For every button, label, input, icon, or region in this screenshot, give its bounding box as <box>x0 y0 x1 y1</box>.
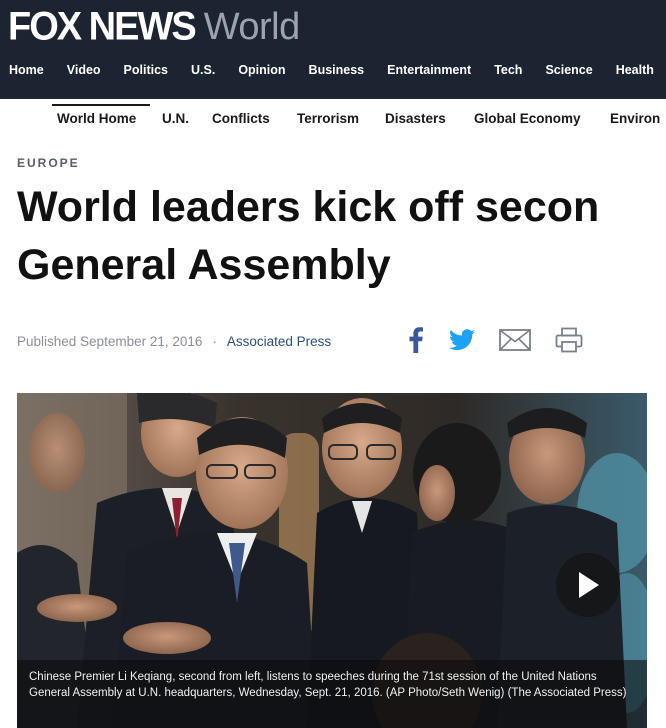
subnav-item-disasters[interactable]: Disasters <box>385 104 446 134</box>
nav-item-video[interactable]: Video <box>67 60 101 80</box>
site-header: FOX NEWS World Home Video Politics U.S. … <box>0 0 666 99</box>
headline-line-1: World leaders kick off secon <box>17 183 600 231</box>
nav-item-us[interactable]: U.S. <box>191 60 215 80</box>
nav-item-business[interactable]: Business <box>309 60 365 80</box>
fox-news-logo[interactable]: FOX NEWS <box>8 5 197 50</box>
twitter-icon[interactable] <box>447 324 477 356</box>
article-headline: World leaders kick off secon General Ass… <box>17 178 666 294</box>
subnav-item-environment[interactable]: Environ <box>610 104 660 134</box>
nav-item-health[interactable]: Health <box>616 60 654 80</box>
section-subnav: World Home U.N. Conflicts Terrorism Disa… <box>0 104 666 134</box>
subnav-item-world-home[interactable]: World Home <box>57 104 136 134</box>
play-icon <box>579 572 599 598</box>
nav-item-entertainment[interactable]: Entertainment <box>387 60 471 80</box>
nav-item-science[interactable]: Science <box>545 60 592 80</box>
play-video-button[interactable] <box>556 553 620 617</box>
email-icon[interactable] <box>498 324 532 356</box>
nav-item-tech[interactable]: Tech <box>494 60 522 80</box>
nav-item-opinion[interactable]: Opinion <box>238 60 285 80</box>
article-category[interactable]: EUROPE <box>17 156 80 170</box>
subnav-item-un[interactable]: U.N. <box>162 104 189 134</box>
article-photo[interactable]: Chinese Premier Li Keqiang, second from … <box>17 393 647 728</box>
subnav-item-global-economy[interactable]: Global Economy <box>474 104 581 134</box>
published-date: Published September 21, 2016 <box>17 333 203 349</box>
headline-line-2: General Assembly <box>17 241 391 289</box>
author-source[interactable]: Associated Press <box>227 334 331 349</box>
byline: Published September 21, 2016 · Associate… <box>17 331 331 351</box>
facebook-icon[interactable] <box>404 324 428 356</box>
subnav-item-terrorism[interactable]: Terrorism <box>297 104 359 134</box>
brand[interactable]: FOX NEWS World <box>8 5 301 49</box>
photo-caption: Chinese Premier Li Keqiang, second from … <box>17 660 647 728</box>
nav-item-home[interactable]: Home <box>9 60 44 80</box>
main-nav: Home Video Politics U.S. Opinion Busines… <box>0 60 666 80</box>
subnav-item-conflicts[interactable]: Conflicts <box>212 104 270 134</box>
section-title[interactable]: World <box>204 6 301 49</box>
nav-item-politics[interactable]: Politics <box>124 60 168 80</box>
byline-separator: · <box>212 333 217 349</box>
print-icon[interactable] <box>554 324 584 356</box>
